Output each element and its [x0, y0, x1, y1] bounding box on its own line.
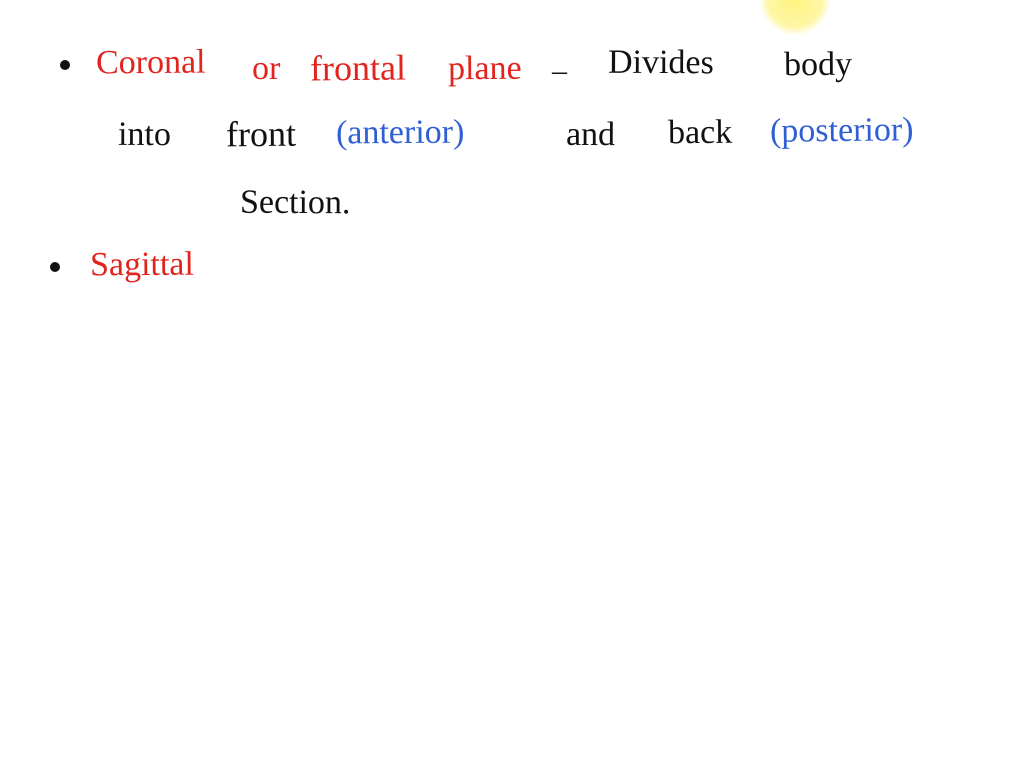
- term-or: or: [252, 52, 281, 86]
- def-body: body: [784, 48, 852, 82]
- term-coronal: Coronal: [96, 46, 206, 81]
- def-back: back: [668, 116, 732, 150]
- handwriting-canvas: Coronal or frontal plane – Divides body …: [0, 0, 1024, 768]
- dash: –: [552, 56, 567, 86]
- def-into: into: [118, 118, 171, 152]
- marker-highlight: [760, 0, 830, 35]
- def-and: and: [566, 118, 615, 152]
- term-plane: plane: [448, 52, 522, 87]
- def-section: Section.: [240, 186, 351, 221]
- bullet-2-dot: [50, 262, 60, 272]
- bullet-1-dot: [60, 60, 70, 70]
- paren-posterior: (posterior): [770, 113, 914, 149]
- paren-anterior: (anterior): [336, 116, 465, 151]
- term-frontal: frontal: [310, 49, 406, 86]
- def-divides: Divides: [608, 46, 714, 81]
- def-front: front: [226, 116, 296, 153]
- term-sagittal: Sagittal: [90, 248, 194, 283]
